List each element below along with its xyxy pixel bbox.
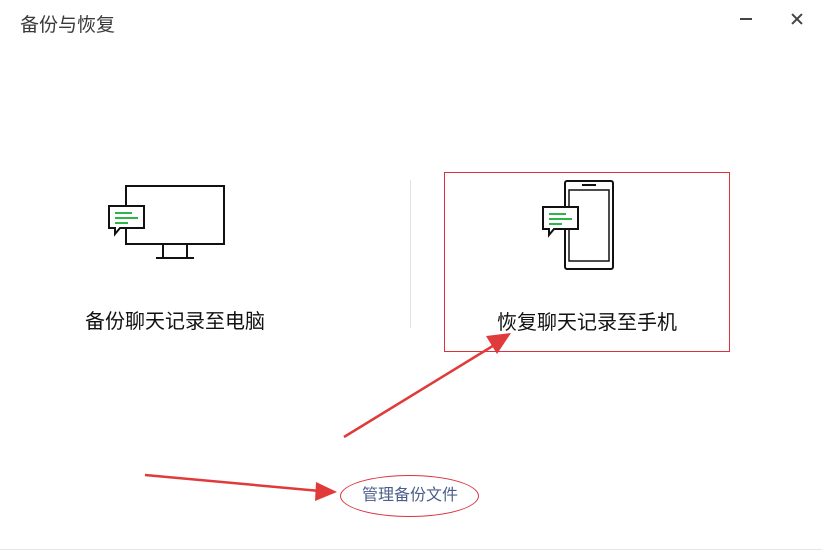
bottom-border (0, 549, 822, 550)
arrow-to-restore (343, 333, 511, 439)
arrow-to-manage (144, 473, 337, 501)
backup-restore-window: 备份与恢复 备份聊天记录至电脑 恢复聊天记录至手机 管理备份文件 (0, 0, 822, 556)
annotation-arrows (144, 333, 511, 501)
